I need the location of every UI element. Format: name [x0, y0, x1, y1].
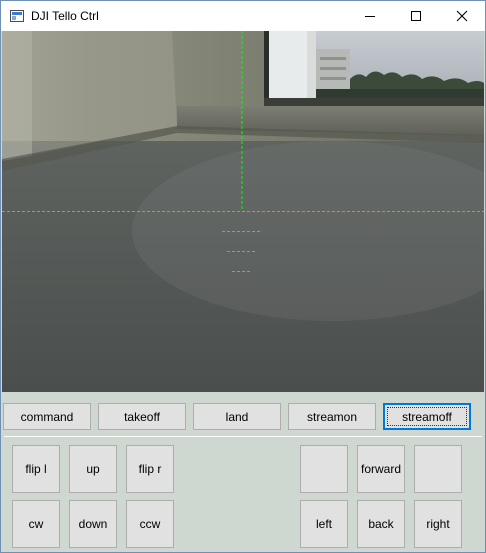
right-button[interactable]: right — [414, 500, 462, 548]
app-window: DJI Tello Ctrl command takeoff land stre… — [0, 0, 486, 553]
streamon-button[interactable]: streamon — [288, 403, 376, 430]
minimize-icon — [365, 16, 375, 17]
ccw-button[interactable]: ccw — [126, 500, 174, 548]
window-title: DJI Tello Ctrl — [31, 9, 99, 23]
close-icon — [456, 10, 468, 22]
forward-button[interactable]: forward — [357, 445, 405, 493]
maximize-icon — [411, 11, 421, 21]
command-button[interactable]: command — [3, 403, 91, 430]
close-button[interactable] — [439, 1, 485, 31]
up-button[interactable]: up — [69, 445, 117, 493]
maximize-button[interactable] — [393, 1, 439, 31]
blank-button-left[interactable] — [300, 445, 348, 493]
blank-button-right[interactable] — [414, 445, 462, 493]
land-button[interactable]: land — [193, 403, 281, 430]
title-bar[interactable]: DJI Tello Ctrl — [1, 1, 485, 31]
app-icon — [10, 10, 24, 22]
streamoff-button[interactable]: streamoff — [383, 403, 471, 430]
minimize-button[interactable] — [347, 1, 393, 31]
back-button[interactable]: back — [357, 500, 405, 548]
left-button[interactable]: left — [300, 500, 348, 548]
flip-left-button[interactable]: flip l — [12, 445, 60, 493]
down-button[interactable]: down — [69, 500, 117, 548]
takeoff-button[interactable]: takeoff — [98, 403, 186, 430]
video-feed — [2, 31, 484, 392]
flip-right-button[interactable]: flip r — [126, 445, 174, 493]
separator — [4, 436, 482, 437]
cw-button[interactable]: cw — [12, 500, 60, 548]
